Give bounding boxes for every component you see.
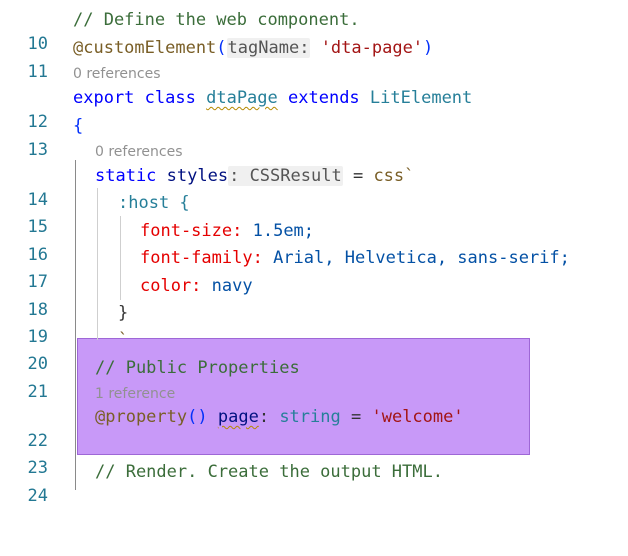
codelens-references[interactable]: 1 reference — [95, 384, 175, 404]
template-tag: css` — [373, 166, 415, 186]
code-line-18[interactable]: 18 color: navy — [0, 274, 628, 320]
call-parens: () — [187, 407, 208, 427]
type-colon: : — [258, 407, 270, 427]
line-number: 24 — [27, 486, 48, 506]
code-comment: // Public Properties — [95, 358, 300, 378]
line-number: 11 — [27, 62, 48, 82]
open-paren: ( — [216, 38, 227, 58]
keyword: static — [95, 166, 157, 186]
string-literal: 'welcome' — [371, 407, 464, 427]
line-number: 21 — [27, 382, 48, 402]
property-name: page — [217, 407, 259, 427]
class-name: dtaPage — [206, 88, 278, 108]
code-editor[interactable]: 10 // Define the web component. 11 @cust… — [0, 0, 628, 506]
css-property: color: — [140, 276, 202, 296]
code-line-11[interactable]: 11 @customElement(tagName: 'dta-page') — [0, 36, 628, 82]
parameter-hint: tagName: — [226, 38, 311, 58]
css-value: Arial, Helvetica, sans-serif; — [273, 248, 570, 268]
decorator-name: @property — [95, 407, 188, 427]
assign-operator: = — [350, 407, 362, 427]
line-number: 13 — [27, 140, 48, 160]
code-line-20[interactable]: 20 ` — [0, 328, 628, 374]
property-name: styles — [166, 166, 229, 186]
css-selector: :host { — [118, 193, 190, 213]
keyword: class — [144, 88, 196, 108]
css-property: font-size: — [140, 221, 243, 241]
close-brace: } — [118, 303, 129, 323]
code-comment: // Define the web component. — [73, 10, 360, 30]
base-class-name: LitElement — [369, 88, 473, 108]
css-value: navy — [211, 276, 253, 296]
keyword: extends — [288, 88, 360, 108]
code-line-12[interactable]: 12 export class dtaPage extends LitEleme… — [0, 86, 628, 132]
code-line-10[interactable]: 10 // Define the web component. — [0, 8, 628, 54]
assign-operator: = — [352, 166, 364, 186]
code-line-13[interactable]: 13 { — [0, 114, 628, 160]
code-line-19[interactable]: 19 } — [0, 301, 628, 347]
type-name: string — [279, 407, 341, 427]
close-paren: ) — [423, 38, 434, 58]
css-property: font-family: — [140, 248, 263, 268]
code-line-23[interactable]: 23 — [0, 432, 628, 478]
codelens-references[interactable]: 0 references — [73, 64, 161, 84]
keyword: export — [73, 88, 135, 108]
code-line-17[interactable]: 17 font-family: Arial, Helvetica, sans-s… — [0, 246, 628, 292]
css-value: 1.5em; — [252, 221, 315, 241]
decorator-name: @customElement — [73, 38, 217, 58]
code-line-16[interactable]: 16 font-size: 1.5em; — [0, 219, 628, 265]
string-literal: 'dta-page' — [320, 38, 424, 58]
template-end: ` — [118, 330, 129, 350]
code-line-15[interactable]: 15 :host { — [0, 191, 628, 237]
open-brace: { — [73, 116, 84, 136]
code-line-24[interactable]: 24 // Render. Create the output HTML. — [0, 460, 628, 506]
code-line-22[interactable]: 22 @property() page: string = 'welcome' — [0, 405, 628, 451]
code-line-14[interactable]: 14 static styles: CSSResult = css` — [0, 164, 628, 210]
code-comment: // Render. Create the output HTML. — [95, 462, 443, 482]
codelens-references[interactable]: 0 references — [95, 142, 183, 162]
type-hint: : CSSResult — [228, 166, 343, 186]
code-line-21[interactable]: 21 // Public Properties — [0, 356, 628, 402]
